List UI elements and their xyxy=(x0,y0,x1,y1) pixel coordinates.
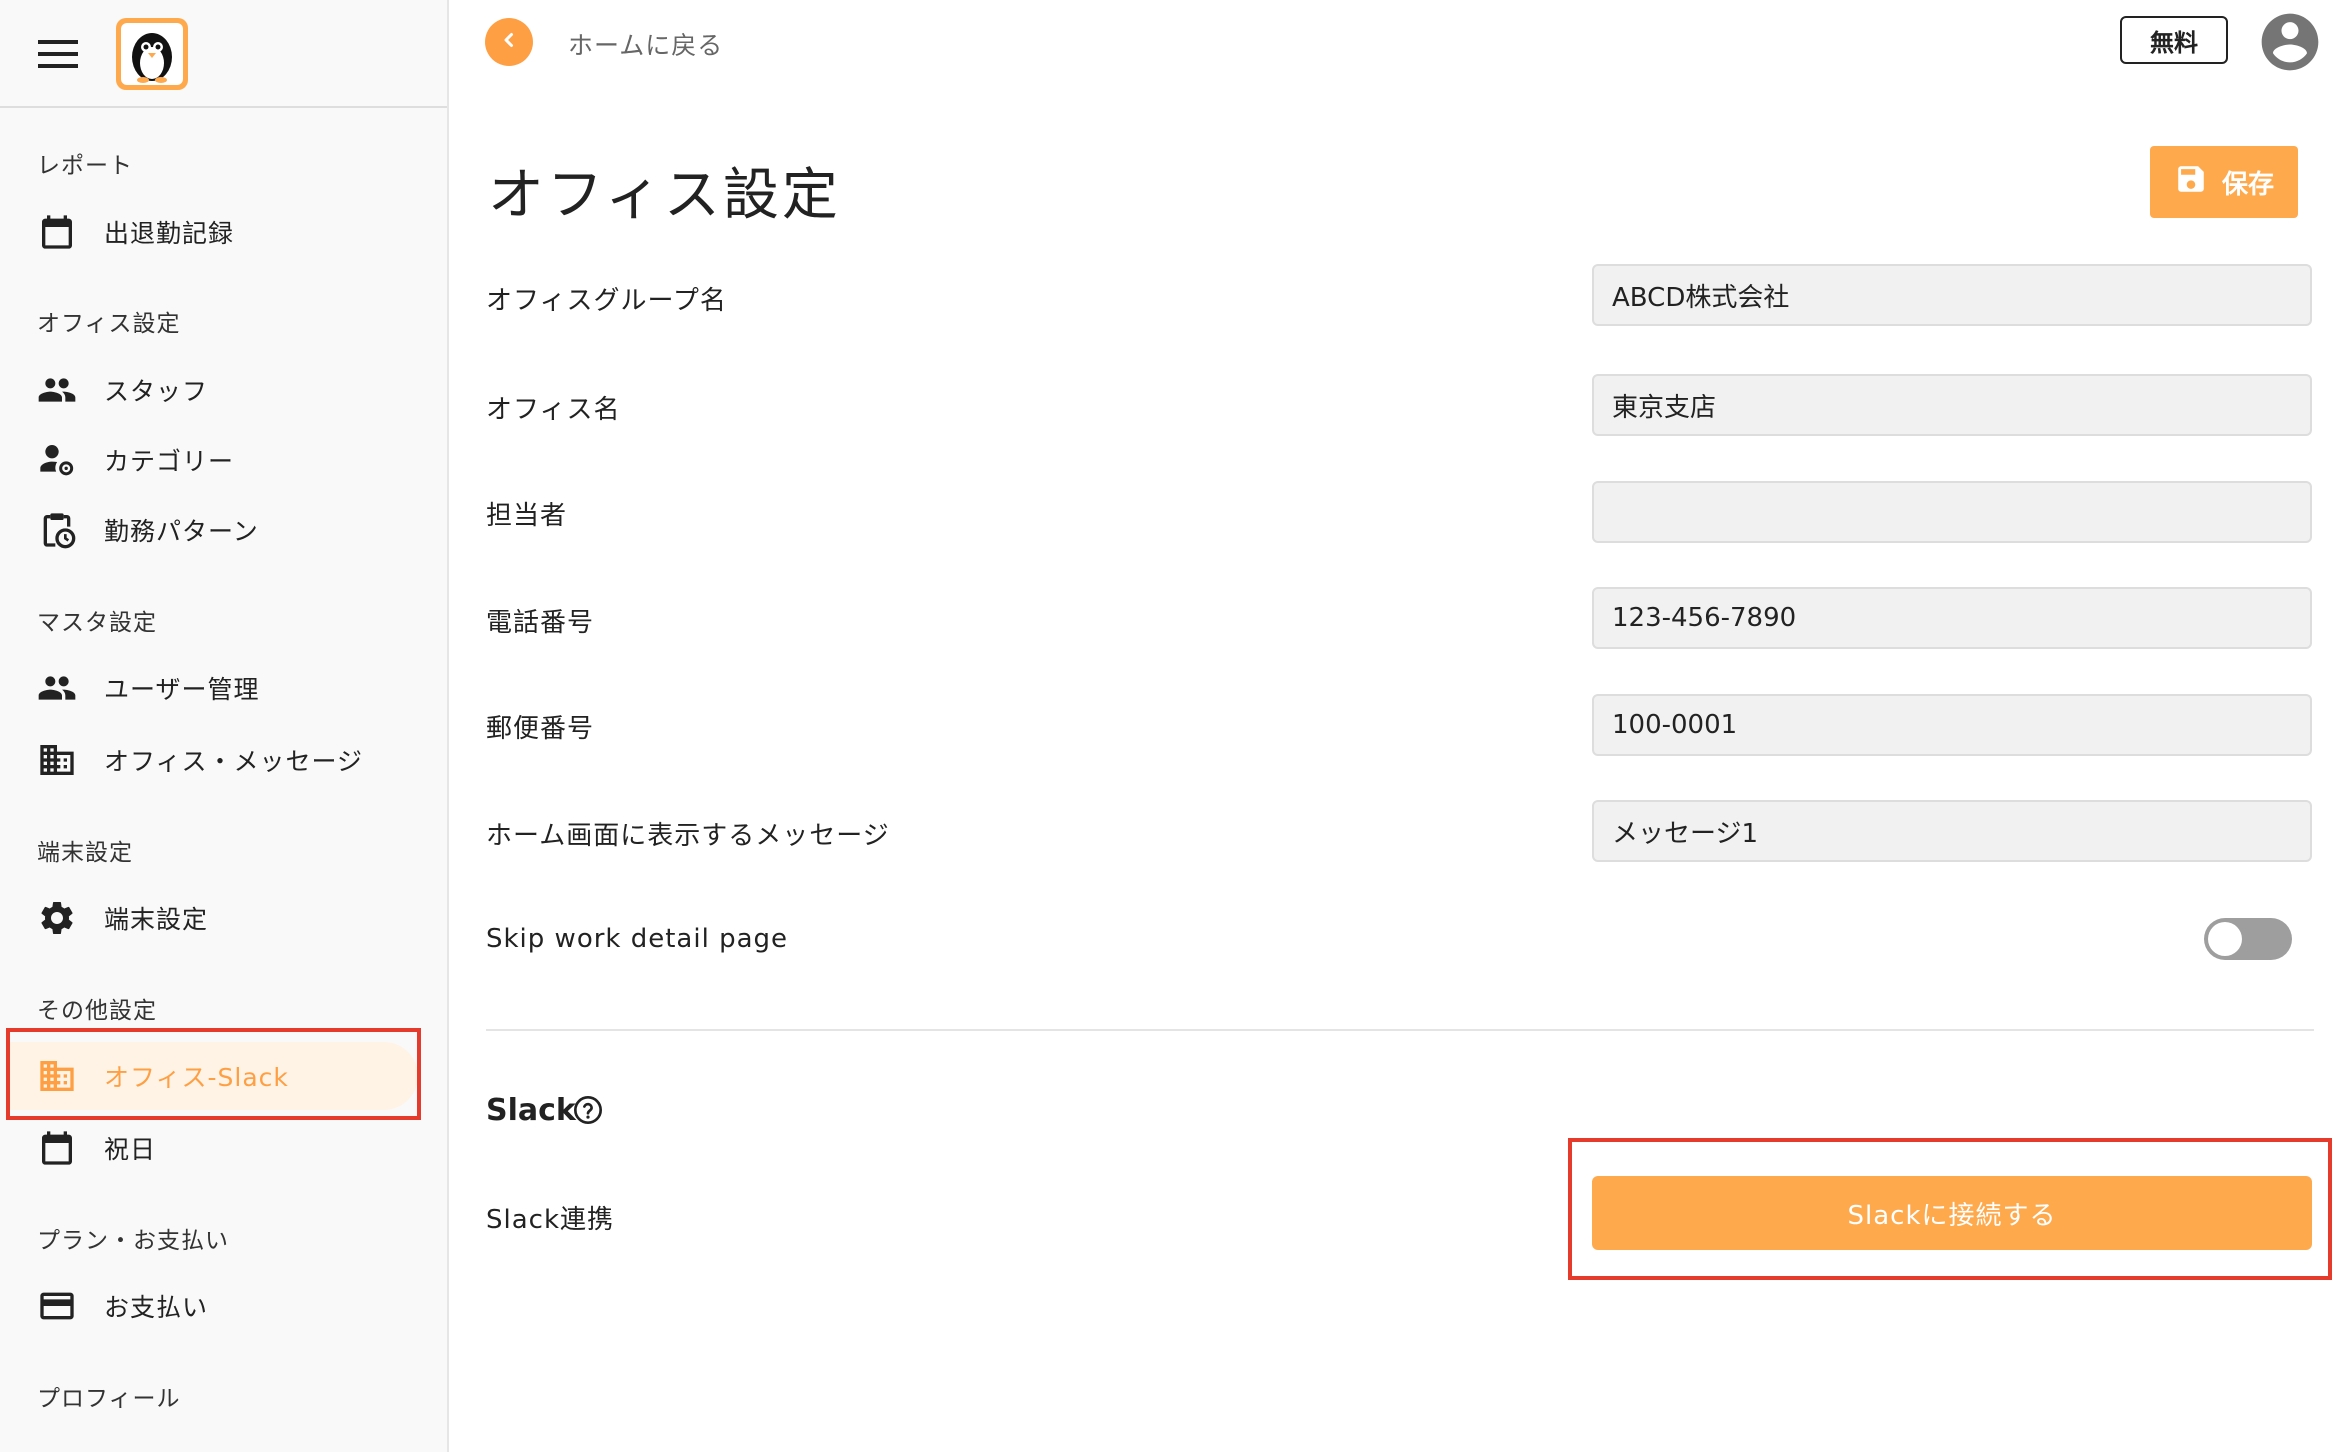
page-title: オフィス設定 xyxy=(488,163,841,228)
slack-link-label: Slack連携 xyxy=(486,1205,615,1235)
help-circle-icon[interactable] xyxy=(572,1094,604,1126)
office-group-name-label: オフィスグループ名 xyxy=(486,286,727,316)
home-message-label: ホーム画面に表示するメッセージ xyxy=(486,821,890,851)
home-message-input[interactable] xyxy=(1592,800,2312,862)
building-icon xyxy=(36,1055,78,1097)
sidebar-item-label: 祝日 xyxy=(104,1135,157,1164)
sidebar-item-category[interactable]: カテゴリー xyxy=(8,426,418,494)
sidebar-item-holiday[interactable]: 祝日 xyxy=(8,1114,418,1182)
sidebar-item-user-management[interactable]: ユーザー管理 xyxy=(8,654,418,722)
sidebar-item-label: カテゴリー xyxy=(104,447,235,476)
person-gear-icon xyxy=(36,439,78,481)
phone-number-input[interactable] xyxy=(1592,587,2312,649)
sidebar-item-office-message[interactable]: オフィス・メッセージ xyxy=(8,726,418,794)
people-icon xyxy=(36,667,78,709)
phone-number-label: 電話番号 xyxy=(486,608,595,638)
section-label-plan-payment: プラン・お支払い xyxy=(37,1228,229,1254)
sidebar-item-work-pattern[interactable]: 勤務パターン xyxy=(8,496,418,564)
save-button[interactable]: 保存 xyxy=(2150,146,2298,218)
section-label-master-settings: マスタ設定 xyxy=(37,610,157,636)
hamburger-menu-icon[interactable] xyxy=(38,40,78,68)
skip-work-detail-label: Skip work detail page xyxy=(486,924,789,954)
account-circle-icon[interactable] xyxy=(2256,8,2324,76)
save-button-label: 保存 xyxy=(2221,169,2274,200)
credit-card-icon xyxy=(36,1285,78,1327)
sidebar-item-staff[interactable]: スタッフ xyxy=(8,356,418,424)
back-to-home-link[interactable]: ホームに戻る xyxy=(568,26,723,62)
sidebar-item-label: オフィス・メッセージ xyxy=(104,747,364,776)
slack-connect-button[interactable]: Slackに接続する xyxy=(1592,1176,2312,1250)
section-label-report: レポート xyxy=(37,153,133,179)
person-in-charge-label: 担当者 xyxy=(486,501,568,531)
penguin-logo-icon[interactable] xyxy=(116,18,188,90)
sidebar-item-label: 端末設定 xyxy=(104,905,209,934)
sidebar: レポート 出退勤記録 オフィス設定 スタッフ カテゴリー 勤務パターン マスタ設… xyxy=(0,0,449,1452)
toggle-knob xyxy=(2208,922,2242,956)
sidebar-item-label: ユーザー管理 xyxy=(104,675,260,704)
section-label-office-settings: オフィス設定 xyxy=(37,311,181,337)
sidebar-item-attendance[interactable]: 出退勤記録 xyxy=(8,198,418,266)
gear-icon xyxy=(36,897,78,939)
sidebar-item-label: 勤務パターン xyxy=(104,517,259,546)
office-group-name-input[interactable] xyxy=(1592,264,2312,326)
chevron-left-icon xyxy=(497,28,521,56)
building-icon xyxy=(36,739,78,781)
floppy-disk-icon xyxy=(2174,162,2208,203)
sidebar-item-label: スタッフ xyxy=(104,377,209,406)
slack-section-heading: Slack xyxy=(486,1093,576,1128)
section-label-other-settings: その他設定 xyxy=(37,998,157,1024)
skip-work-detail-toggle[interactable] xyxy=(2204,918,2292,960)
calendar-icon xyxy=(36,211,78,253)
sidebar-item-device-settings[interactable]: 端末設定 xyxy=(8,884,418,952)
section-label-device-settings: 端末設定 xyxy=(37,840,133,866)
calendar-icon xyxy=(36,1127,78,1169)
sidebar-item-label: 出退勤記録 xyxy=(104,219,235,248)
postal-code-input[interactable] xyxy=(1592,694,2312,756)
sidebar-item-label: オフィス-Slack xyxy=(104,1063,289,1092)
section-label-profile: プロフィール xyxy=(37,1386,181,1412)
section-divider xyxy=(486,1029,2314,1031)
person-in-charge-input[interactable] xyxy=(1592,481,2312,543)
sidebar-item-office-slack[interactable]: オフィス-Slack xyxy=(8,1042,418,1110)
sidebar-item-label: お支払い xyxy=(104,1293,209,1322)
sidebar-header xyxy=(0,0,447,108)
office-name-input[interactable] xyxy=(1592,374,2312,436)
plan-badge[interactable]: 無料 xyxy=(2120,16,2228,64)
office-name-label: オフィス名 xyxy=(486,395,621,425)
clipboard-clock-icon xyxy=(36,509,78,551)
postal-code-label: 郵便番号 xyxy=(486,714,595,744)
sidebar-item-payment[interactable]: お支払い xyxy=(8,1272,418,1340)
back-button[interactable] xyxy=(485,18,533,66)
people-icon xyxy=(36,369,78,411)
